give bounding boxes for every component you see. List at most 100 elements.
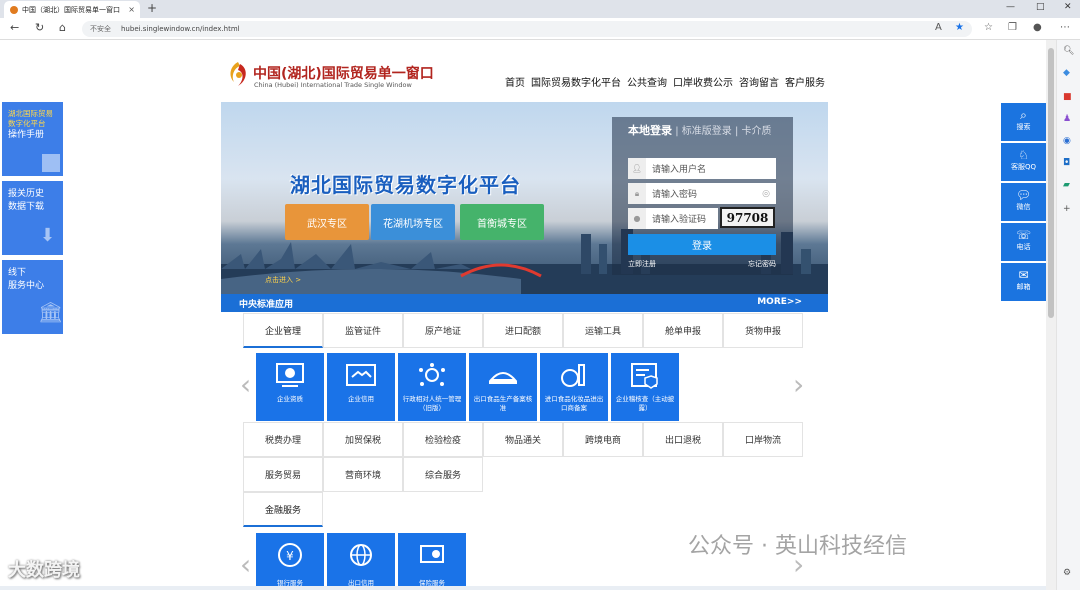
category-tab[interactable]: 税费办理 <box>243 422 323 457</box>
category-tab[interactable]: 货物申报 <box>723 313 803 348</box>
page-scrollbar[interactable] <box>1046 40 1056 590</box>
category-tab[interactable]: 服务贸易 <box>243 457 323 492</box>
people-icon[interactable]: ♟ <box>1063 114 1071 124</box>
more-link[interactable]: MORE>> <box>757 297 802 307</box>
float-phone[interactable]: ☏ 电话 <box>1001 223 1046 261</box>
browser-tab[interactable]: 中国（湖北）国际贸易单一窗口 × <box>4 1 140 18</box>
float-qq[interactable]: ♘ 客服QQ <box>1001 143 1046 181</box>
category-tab[interactable]: 加贸保税 <box>323 422 403 457</box>
nav-customer-service[interactable]: 客户服务 <box>785 74 825 89</box>
favorite-star-icon[interactable]: ★ <box>955 22 964 33</box>
captcha-field[interactable]: ● 请输入验证码 <box>628 208 718 229</box>
tab-close-icon[interactable]: × <box>128 5 135 14</box>
outlook-icon[interactable]: ◘ <box>1063 158 1070 168</box>
nav-digital-platform[interactable]: 国际贸易数字化平台 <box>531 74 621 89</box>
offline-service-panel[interactable]: 线下 服务中心 🏛︎ <box>2 260 63 334</box>
service-tile[interactable]: 进口食品化妆品进出口商备案 <box>540 353 608 421</box>
wechat-icon: 💬︎ <box>1015 188 1032 202</box>
favorites-icon[interactable]: ☆ <box>984 22 993 33</box>
carousel-prev-icon[interactable]: ‹ <box>240 368 251 401</box>
reload-icon[interactable]: ↻ <box>35 21 44 34</box>
service-tile[interactable]: 行政相对人统一管理（旧版） <box>398 353 466 421</box>
lock-icon: 🔒︎ <box>628 183 646 204</box>
tile-label: 进口食品化妆品进出口商备案 <box>544 395 604 412</box>
category-tab[interactable]: 运输工具 <box>563 313 643 348</box>
enter-link[interactable]: 点击进入 > <box>265 275 301 285</box>
manual-line2: 数字化平台 <box>8 119 46 128</box>
show-password-icon[interactable]: ◎ <box>762 189 770 199</box>
category-tab[interactable]: 原产地证 <box>403 313 483 348</box>
category-tab[interactable]: 检验检疫 <box>403 422 483 457</box>
tag-icon[interactable]: ◆ <box>1063 68 1070 78</box>
service-tile[interactable]: 企业稽核查（主动披露） <box>611 353 679 421</box>
category-tab[interactable]: 物品通关 <box>483 422 563 457</box>
username-field[interactable]: 👤︎ 请输入用户名 <box>628 158 776 179</box>
password-field[interactable]: 🔒︎ 请输入密码 ◎ <box>628 183 776 204</box>
tab-separator: | <box>734 126 739 137</box>
shouheng-city-zone-button[interactable]: 首衡城专区 <box>460 204 544 240</box>
service-tile[interactable]: 出口信用 <box>327 533 395 590</box>
tab-local-login[interactable]: 本地登录 <box>628 124 672 137</box>
site-logo-icon <box>230 62 246 86</box>
login-button[interactable]: 登录 <box>628 234 776 255</box>
service-tile[interactable]: ¥ 银行服务 <box>256 533 324 590</box>
register-link[interactable]: 立即注册 <box>628 259 656 269</box>
category-tab[interactable]: 营商环境 <box>323 457 403 492</box>
nav-consult[interactable]: 咨询留言 <box>739 74 779 89</box>
maximize-icon[interactable]: □ <box>1036 2 1045 12</box>
service-tile[interactable]: 企业信用 <box>327 353 395 421</box>
category-tab[interactable]: 舱单申报 <box>643 313 723 348</box>
office-icon[interactable]: ◉ <box>1063 136 1071 146</box>
settings-icon[interactable]: ⚙ <box>1063 568 1071 578</box>
new-tab-button[interactable]: + <box>147 1 157 15</box>
back-icon[interactable]: ← <box>10 21 19 34</box>
history-download-panel[interactable]: 报关历史 数据下载 ⬇ <box>2 181 63 255</box>
category-tab[interactable]: 监管证件 <box>323 313 403 348</box>
nav-public-query[interactable]: 公共查询 <box>627 74 667 89</box>
nav-port-fees[interactable]: 口岸收费公示 <box>673 74 733 89</box>
forgot-password-link[interactable]: 忘记密码 <box>748 259 776 269</box>
category-tab[interactable]: 金融服务 <box>243 492 323 527</box>
tab-standard-login[interactable]: 标准版登录 <box>682 126 732 137</box>
user-icon: 👤︎ <box>628 158 646 179</box>
huahu-airport-zone-button[interactable]: 花湖机场专区 <box>371 204 455 240</box>
category-tab[interactable]: 综合服务 <box>403 457 483 492</box>
service-tile[interactable]: 企业资质 <box>256 353 324 421</box>
phone-icon: ☏ <box>1015 228 1031 242</box>
search-icon[interactable]: 🔍︎ <box>1063 46 1074 56</box>
home-icon[interactable]: ⌂ <box>59 21 66 34</box>
operation-manual-panel[interactable]: 湖北国际贸易 数字化平台 操作手册 <box>2 102 63 176</box>
category-tab[interactable]: 企业管理 <box>243 313 323 348</box>
watermark-right: 公众号 · 英山科技经信 <box>688 534 907 559</box>
service-tile[interactable]: 保险服务 <box>398 533 466 590</box>
captcha-image[interactable]: 97708 <box>720 207 775 228</box>
url-text: hubei.singlewindow.cn/index.html <box>121 25 240 33</box>
float-wechat[interactable]: 💬︎ 微信 <box>1001 183 1046 221</box>
category-tab[interactable]: 出口退税 <box>643 422 723 457</box>
minimize-icon[interactable]: — <box>1006 2 1015 12</box>
float-search[interactable]: ⌕ 搜索 <box>1001 103 1046 141</box>
category-tab[interactable]: 跨境电商 <box>563 422 643 457</box>
float-mail[interactable]: ✉ 邮箱 <box>1001 263 1046 301</box>
window-close-icon[interactable]: ✕ <box>1064 2 1072 12</box>
carousel-next-icon[interactable]: › <box>793 368 804 401</box>
wuhan-zone-button[interactable]: 武汉专区 <box>285 204 369 240</box>
tab-separator: | <box>675 126 679 137</box>
toolbox-icon[interactable]: ■ <box>1063 92 1072 102</box>
login-panel: 本地登录 | 标准版登录 | 卡介质 👤︎ 请输入用户名 🔒︎ 请输入密码 ◎ … <box>612 117 793 275</box>
service-tile[interactable]: 出口食品生产备案核准 <box>469 353 537 421</box>
security-warning[interactable]: 不安全 <box>90 24 111 34</box>
collections-icon[interactable]: ❐ <box>1008 22 1017 33</box>
shopping-icon[interactable]: ▰ <box>1063 180 1070 190</box>
url-field[interactable]: 不安全 hubei.singlewindow.cn/index.html <box>82 21 972 37</box>
add-icon[interactable]: + <box>1063 204 1071 214</box>
scrollbar-thumb[interactable] <box>1048 48 1054 318</box>
profile-avatar[interactable]: ● <box>1033 22 1042 33</box>
category-tab[interactable]: 口岸物流 <box>723 422 803 457</box>
more-menu-icon[interactable]: ⋯ <box>1060 22 1070 33</box>
carousel-prev-icon[interactable]: ‹ <box>240 548 251 581</box>
tab-card-login[interactable]: 卡介质 <box>742 126 772 137</box>
category-tab[interactable]: 进口配额 <box>483 313 563 348</box>
read-aloud-icon[interactable]: A <box>935 22 942 33</box>
nav-home[interactable]: 首页 <box>505 74 525 89</box>
